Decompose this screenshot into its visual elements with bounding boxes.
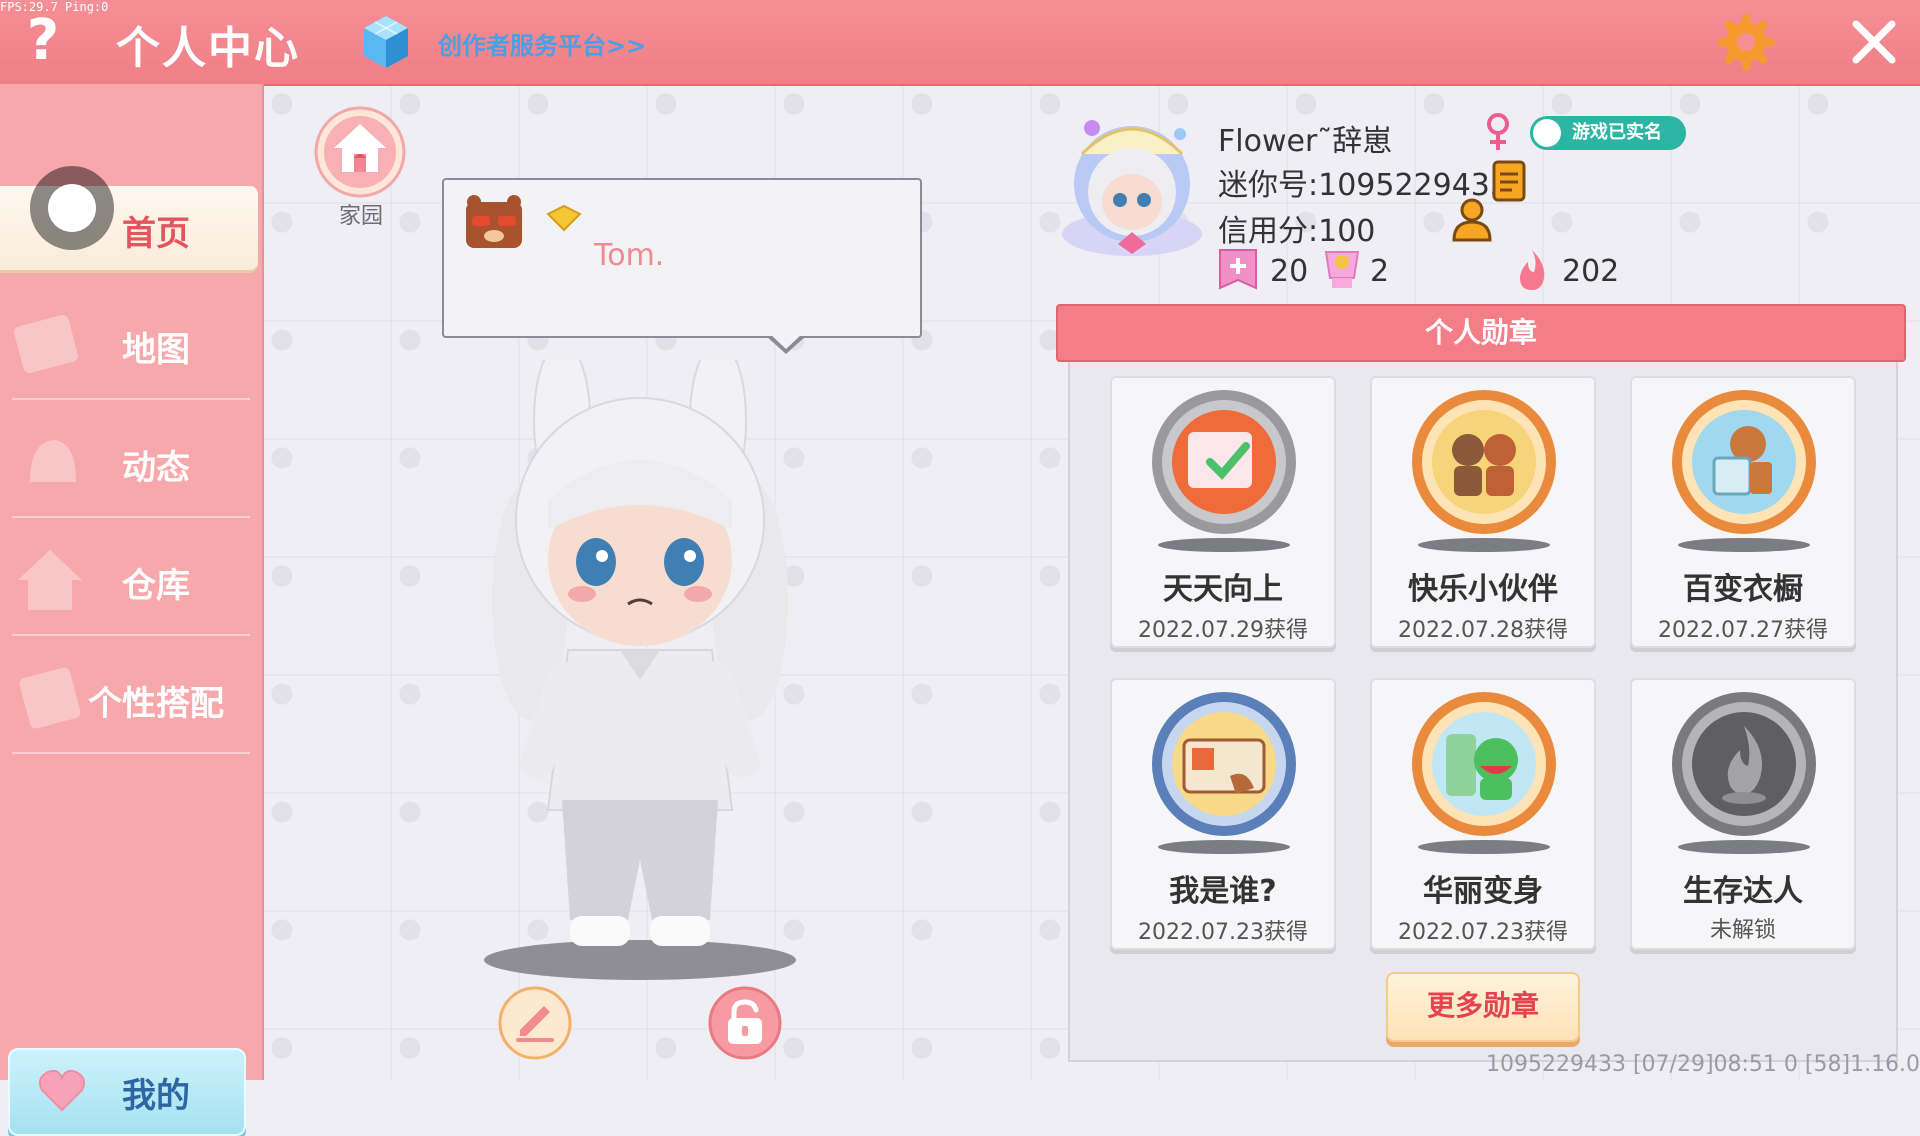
sidebar-item-outfit[interactable]: 个性搭配 [0, 644, 262, 754]
divider [12, 516, 250, 518]
medal-date: 2022.07.29获得 [1138, 618, 1308, 643]
bubble-text: Tom. [594, 238, 665, 273]
sidebar-item-feed[interactable]: 动态 [0, 408, 262, 518]
divider [12, 752, 250, 754]
fans-stat: 2 [1318, 248, 1418, 292]
verified-badge: 游戏已实名 [1530, 116, 1686, 150]
transform-medal-icon [1412, 692, 1556, 836]
likes-stat: 20 [1218, 248, 1318, 292]
page-title: 个人中心 [116, 23, 300, 74]
medal-date: 2022.07.27获得 [1658, 618, 1828, 643]
character-avatar[interactable] [470, 360, 810, 980]
sidebar-item-label: 地图 [122, 330, 190, 370]
verified-badge-label: 游戏已实名 [1572, 122, 1662, 143]
fans-count: 2 [1370, 254, 1390, 289]
fans-trophy-icon [1324, 251, 1360, 288]
medal-name: 我是谁? [1169, 874, 1277, 909]
speech-bubble: Tom. [442, 178, 922, 354]
more-medals-button[interactable]: 更多勋章 [1386, 972, 1580, 1042]
popularity-stat: 202 [1512, 248, 1632, 292]
medal-status-locked: 未解锁 [1709, 918, 1776, 943]
divider [12, 398, 250, 400]
sidebar-item-storage[interactable]: 仓库 [0, 526, 262, 636]
likes-badge-icon [1219, 249, 1257, 290]
medal-name: 快乐小伙伴 [1408, 572, 1558, 607]
sidebar-item-label: 仓库 [122, 566, 190, 606]
medal-card[interactable]: 快乐小伙伴 2022.07.28获得 [1370, 376, 1596, 648]
wardrobe-medal-icon [1672, 390, 1816, 534]
gear-icon[interactable] [1716, 12, 1776, 72]
cube-icon[interactable] [362, 14, 410, 70]
medal-card[interactable]: 华丽变身 2022.07.23获得 [1370, 678, 1596, 950]
medal-shadow [1158, 538, 1290, 552]
bear-avatar-icon [466, 195, 522, 248]
popularity-count: 202 [1562, 254, 1620, 289]
unlock-icon[interactable] [708, 986, 782, 1060]
medal-shadow [1678, 538, 1810, 552]
copy-icon[interactable] [1492, 160, 1528, 204]
sidebar-item-label: 动态 [122, 448, 190, 488]
question-mark-icon[interactable]: ? [18, 6, 68, 76]
verified-user-icon [1533, 119, 1561, 147]
medal-date: 2022.07.23获得 [1398, 920, 1568, 945]
medal-card[interactable]: 百变衣橱 2022.07.27获得 [1630, 376, 1856, 648]
female-gender-icon [1487, 113, 1509, 150]
touch-cursor [30, 166, 114, 250]
medal-shadow [1158, 840, 1290, 854]
medal-name: 百变衣橱 [1683, 572, 1803, 607]
medal-name: 华丽变身 [1423, 874, 1543, 909]
flame-icon [1520, 250, 1545, 290]
home-label: 家园 [338, 204, 383, 229]
heart-icon [39, 1069, 85, 1112]
credit-score: 信用分:100 [1218, 214, 1376, 249]
profile-avatar[interactable] [1052, 104, 1212, 264]
close-icon[interactable] [1846, 14, 1902, 70]
friends-medal-icon [1412, 390, 1556, 534]
medal-date: 2022.07.28获得 [1398, 618, 1568, 643]
campfire-locked-medal-icon [1672, 692, 1816, 836]
edit-pencil-icon[interactable] [498, 986, 572, 1060]
medal-date: 2022.07.23获得 [1138, 920, 1308, 945]
top-bar: FPS:29.7 Ping:0 ? 个人中心 创作者服务平台>> [0, 0, 1920, 86]
bubble-tail [766, 333, 806, 354]
medal-shadow [1678, 840, 1810, 854]
sidebar-item-map[interactable]: 地图 [0, 290, 262, 400]
creator-platform-link[interactable]: 创作者服务平台>> [438, 26, 646, 61]
medal-name: 生存达人 [1683, 874, 1803, 909]
my-button-label: 我的 [122, 1076, 190, 1116]
medal-card[interactable]: 天天向上 2022.07.29获得 [1110, 376, 1336, 648]
medal-name: 天天向上 [1163, 572, 1283, 607]
vip-badge-icon [546, 204, 582, 232]
footer-info: 1095229433 [07/29]08:51 0 [58]1.16.0 [1486, 1052, 1920, 1077]
medal-shadow [1418, 840, 1550, 854]
add-friend-icon[interactable] [1452, 198, 1492, 242]
medal-shadow [1418, 538, 1550, 552]
calendar-check-medal-icon [1152, 390, 1296, 534]
likes-count: 20 [1270, 254, 1309, 289]
medal-card[interactable]: 生存达人 未解锁 [1630, 678, 1856, 950]
medal-card[interactable]: 我是谁? 2022.07.23获得 [1110, 678, 1336, 950]
divider [12, 634, 250, 636]
username: Flower˜辞崽 [1218, 124, 1393, 159]
home-icon[interactable] [314, 106, 406, 198]
medal-section-header: 个人勋章 [1056, 304, 1906, 362]
my-button[interactable]: 我的 [8, 1048, 246, 1136]
id-card-medal-icon [1152, 692, 1296, 836]
sidebar-item-label: 个性搭配 [88, 684, 224, 724]
